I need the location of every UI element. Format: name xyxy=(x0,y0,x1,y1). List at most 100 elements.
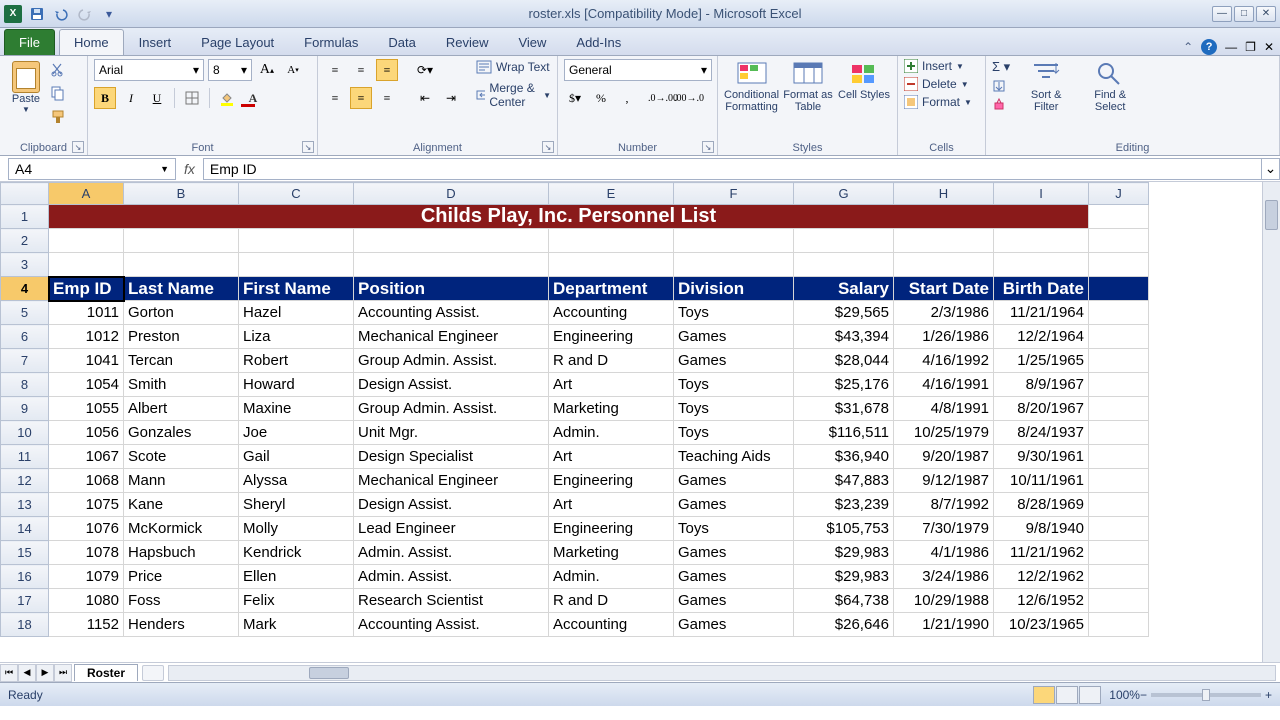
row-header[interactable]: 7 xyxy=(1,349,49,373)
increase-decimal-icon[interactable]: .0→.00 xyxy=(652,87,674,109)
data-cell[interactable]: Maxine xyxy=(239,397,354,421)
data-cell[interactable]: 12/2/1964 xyxy=(994,325,1089,349)
cell[interactable] xyxy=(1089,205,1149,229)
data-cell[interactable]: Design Assist. xyxy=(354,493,549,517)
format-as-table-button[interactable]: Format as Table xyxy=(781,59,835,113)
data-cell[interactable]: Preston xyxy=(124,325,239,349)
align-top-icon[interactable]: ≡ xyxy=(324,59,346,81)
cell[interactable] xyxy=(1089,613,1149,637)
data-cell[interactable]: Kane xyxy=(124,493,239,517)
data-cell[interactable]: Games xyxy=(674,469,794,493)
data-cell[interactable]: R and D xyxy=(549,349,674,373)
format-cells-button[interactable]: Format▼ xyxy=(904,95,979,109)
close-button[interactable]: ✕ xyxy=(1256,6,1276,22)
data-cell[interactable]: Toys xyxy=(674,373,794,397)
data-cell[interactable]: 1041 xyxy=(49,349,124,373)
decrease-decimal-icon[interactable]: .00→.0 xyxy=(678,87,700,109)
orientation-icon[interactable]: ⟳▾ xyxy=(414,59,436,81)
row-header[interactable]: 9 xyxy=(1,397,49,421)
sheet-nav-next-icon[interactable]: ▶ xyxy=(36,664,54,682)
cell[interactable] xyxy=(1089,421,1149,445)
cut-icon[interactable] xyxy=(50,61,68,79)
italic-button[interactable]: I xyxy=(120,87,142,109)
row-header[interactable]: 4 xyxy=(1,277,49,301)
col-header-C[interactable]: C xyxy=(239,183,354,205)
data-cell[interactable]: Mann xyxy=(124,469,239,493)
decrease-indent-icon[interactable]: ⇤ xyxy=(414,87,436,109)
accounting-format-icon[interactable]: $▾ xyxy=(564,87,586,109)
data-cell[interactable]: 8/28/1969 xyxy=(994,493,1089,517)
cell[interactable] xyxy=(894,253,994,277)
data-cell[interactable]: Admin. Assist. xyxy=(354,541,549,565)
col-header-J[interactable]: J xyxy=(1089,183,1149,205)
select-all-corner[interactable] xyxy=(1,183,49,205)
tab-add-ins[interactable]: Add-Ins xyxy=(561,29,636,55)
shrink-font-icon[interactable]: A▾ xyxy=(282,59,304,81)
cell[interactable] xyxy=(1089,301,1149,325)
data-cell[interactable]: 1076 xyxy=(49,517,124,541)
horizontal-scrollbar[interactable] xyxy=(168,665,1276,681)
cell[interactable] xyxy=(1089,349,1149,373)
workbook-restore-button[interactable]: ❐ xyxy=(1245,40,1256,54)
maximize-button[interactable]: □ xyxy=(1234,6,1254,22)
data-cell[interactable]: 4/16/1992 xyxy=(894,349,994,373)
find-select-button[interactable]: Find & Select xyxy=(1082,59,1138,113)
cell[interactable] xyxy=(894,229,994,253)
data-cell[interactable]: Games xyxy=(674,325,794,349)
worksheet-grid[interactable]: ABCDEFGHIJ1Childs Play, Inc. Personnel L… xyxy=(0,182,1280,662)
data-cell[interactable]: $23,239 xyxy=(794,493,894,517)
data-cell[interactable]: Games xyxy=(674,565,794,589)
tab-page-layout[interactable]: Page Layout xyxy=(186,29,289,55)
cell[interactable] xyxy=(1089,253,1149,277)
row-header[interactable]: 13 xyxy=(1,493,49,517)
data-cell[interactable]: Molly xyxy=(239,517,354,541)
header-cell[interactable]: Department xyxy=(549,277,674,301)
sheet-nav-last-icon[interactable]: ⏭ xyxy=(54,664,72,682)
sheet-tab-roster[interactable]: Roster xyxy=(74,664,138,681)
data-cell[interactable]: 9/12/1987 xyxy=(894,469,994,493)
cell[interactable] xyxy=(794,229,894,253)
zoom-in-icon[interactable]: + xyxy=(1265,688,1272,702)
data-cell[interactable]: 4/16/1991 xyxy=(894,373,994,397)
data-cell[interactable]: Mechanical Engineer xyxy=(354,325,549,349)
data-cell[interactable]: 1078 xyxy=(49,541,124,565)
data-cell[interactable]: $29,983 xyxy=(794,541,894,565)
data-cell[interactable]: $43,394 xyxy=(794,325,894,349)
minimize-button[interactable]: — xyxy=(1212,6,1232,22)
data-cell[interactable]: $47,883 xyxy=(794,469,894,493)
align-right-icon[interactable]: ≡ xyxy=(376,87,398,109)
data-cell[interactable]: 10/29/1988 xyxy=(894,589,994,613)
insert-cells-button[interactable]: Insert▼ xyxy=(904,59,979,73)
col-header-H[interactable]: H xyxy=(894,183,994,205)
data-cell[interactable]: Albert xyxy=(124,397,239,421)
cell[interactable] xyxy=(239,253,354,277)
comma-format-icon[interactable]: , xyxy=(616,87,638,109)
cell[interactable] xyxy=(124,253,239,277)
tab-review[interactable]: Review xyxy=(431,29,504,55)
sort-filter-button[interactable]: Sort & Filter xyxy=(1018,59,1074,113)
header-cell[interactable]: First Name xyxy=(239,277,354,301)
number-launcher[interactable]: ↘ xyxy=(702,141,714,153)
col-header-A[interactable]: A xyxy=(49,183,124,205)
data-cell[interactable]: Kendrick xyxy=(239,541,354,565)
data-cell[interactable]: $29,565 xyxy=(794,301,894,325)
cell[interactable] xyxy=(1089,541,1149,565)
grow-font-icon[interactable]: A▴ xyxy=(256,59,278,81)
cell[interactable] xyxy=(994,229,1089,253)
data-cell[interactable]: Accounting Assist. xyxy=(354,613,549,637)
cell[interactable] xyxy=(1089,277,1149,301)
align-bottom-icon[interactable]: ≡ xyxy=(376,59,398,81)
data-cell[interactable]: 10/11/1961 xyxy=(994,469,1089,493)
merge-center-button[interactable]: Merge & Center▼ xyxy=(476,81,551,109)
zoom-slider[interactable] xyxy=(1151,693,1261,697)
data-cell[interactable]: Design Assist. xyxy=(354,373,549,397)
data-cell[interactable]: $25,176 xyxy=(794,373,894,397)
cell[interactable] xyxy=(549,253,674,277)
data-cell[interactable]: Design Specialist xyxy=(354,445,549,469)
autosum-icon[interactable]: Σ ▾ xyxy=(992,59,1010,75)
data-cell[interactable]: Joe xyxy=(239,421,354,445)
col-header-E[interactable]: E xyxy=(549,183,674,205)
data-cell[interactable]: Research Scientist xyxy=(354,589,549,613)
data-cell[interactable]: Sheryl xyxy=(239,493,354,517)
cell[interactable] xyxy=(1089,469,1149,493)
